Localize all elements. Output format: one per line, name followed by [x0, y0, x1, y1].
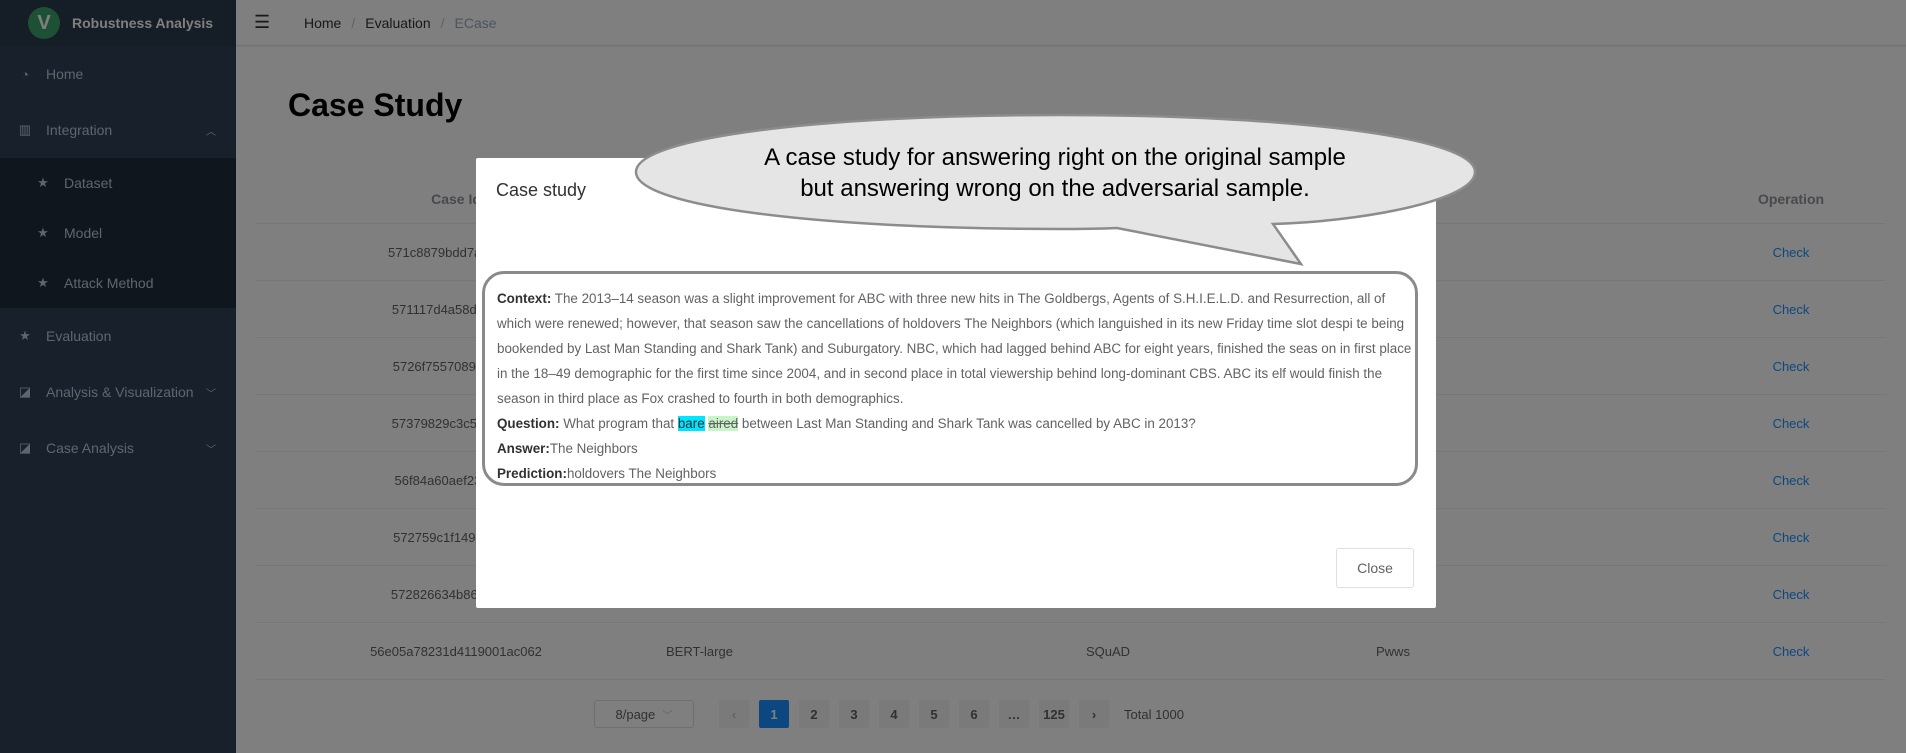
prediction-text: holdovers The Neighbors — [566, 466, 717, 481]
question-label: Question: — [497, 416, 560, 431]
answer-label: Answer: — [497, 441, 550, 456]
callout-line-1: A case study for answering right on the … — [764, 144, 1346, 171]
question-line: Question: What program that bare aired b… — [497, 411, 1415, 436]
context-label: Context: — [497, 291, 552, 306]
question-text-before: What program that — [559, 416, 678, 431]
close-button[interactable]: Close — [1336, 548, 1414, 588]
callout-text: A case study for answering right on the … — [640, 142, 1470, 204]
prediction-label: Prediction: — [497, 466, 567, 481]
dialog-title: Case study — [496, 180, 587, 200]
case-content: Context: The 2013–14 season was a slight… — [482, 271, 1418, 486]
context-paragraph: Context: The 2013–14 season was a slight… — [497, 286, 1415, 411]
prediction-line: Prediction:holdovers The Neighbors — [497, 461, 1415, 483]
question-text-after: between Last Man Standing and Shark Tank… — [738, 416, 1196, 431]
answer-line: Answer:The Neighbors — [497, 436, 1415, 461]
adversarial-word: bare — [677, 416, 705, 431]
answer-text: The Neighbors — [549, 441, 638, 456]
context-text: The 2013–14 season was a slight improvem… — [497, 291, 1412, 406]
original-word: aired — [708, 416, 739, 431]
callout-line-2: but answering wrong on the adversarial s… — [800, 175, 1310, 202]
